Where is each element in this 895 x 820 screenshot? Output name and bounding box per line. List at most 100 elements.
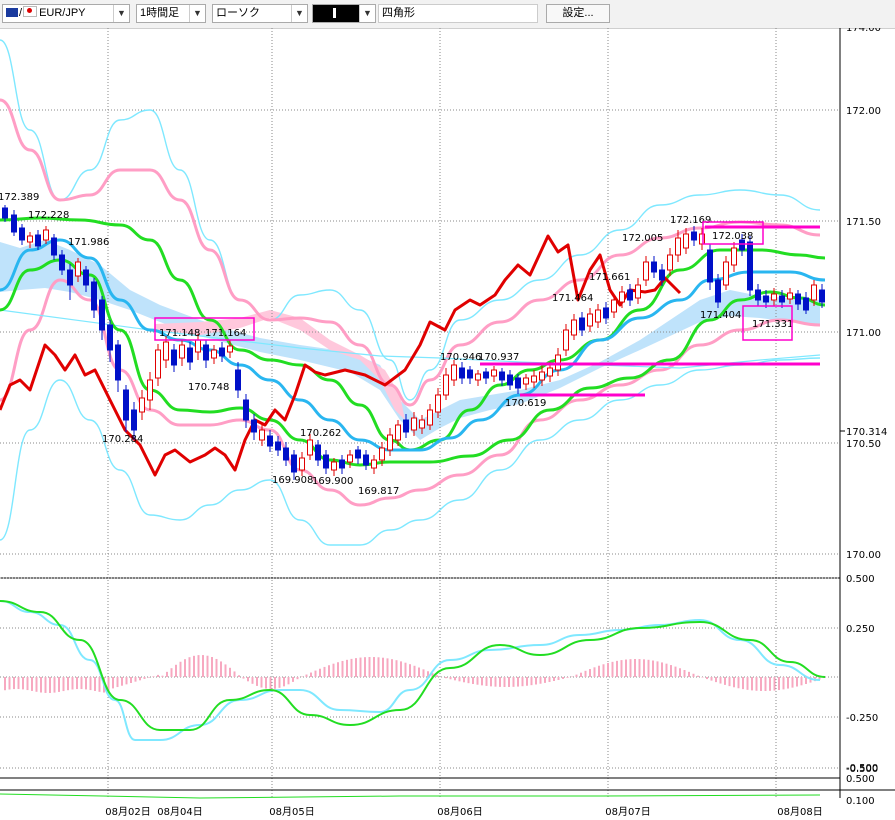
candle-body bbox=[563, 329, 569, 351]
candle-body bbox=[435, 394, 441, 413]
macd-histogram-bar bbox=[377, 657, 380, 677]
macd-histogram-bar bbox=[710, 677, 713, 681]
macd-histogram-bar bbox=[220, 661, 222, 677]
timeframe-select[interactable]: 1時間足 ▼ bbox=[136, 4, 206, 23]
macd-histogram-bar bbox=[598, 665, 600, 677]
macd-histogram-bar bbox=[58, 677, 60, 692]
macd-histogram-bar bbox=[211, 657, 213, 677]
candle-body bbox=[467, 369, 473, 379]
y-tick-label: 170.50 bbox=[846, 439, 881, 450]
macd-histogram-bar bbox=[706, 677, 708, 680]
y-tick-label: 170.00 bbox=[846, 550, 881, 561]
macd-histogram-bar bbox=[697, 675, 699, 677]
macd-histogram-bar bbox=[130, 677, 132, 683]
candle-body bbox=[259, 429, 265, 441]
chart-type-select[interactable]: ローソク ▼ bbox=[212, 4, 308, 23]
macd-histogram-bar bbox=[679, 668, 681, 677]
sub-indicator-line bbox=[0, 793, 821, 799]
macd-histogram-bar bbox=[593, 667, 596, 677]
macd-histogram-bar bbox=[476, 677, 479, 685]
candle-body bbox=[451, 364, 457, 381]
settings-button[interactable]: 設定... bbox=[546, 4, 610, 23]
macd-histogram-bar bbox=[724, 677, 726, 685]
macd-histogram-bar bbox=[647, 659, 650, 677]
price-annotation: 170.284 bbox=[102, 434, 143, 445]
macd-histogram-bar bbox=[71, 677, 74, 690]
candle-body bbox=[107, 324, 113, 351]
symbol-label: EUR/JPY bbox=[39, 7, 86, 19]
candle-body bbox=[115, 344, 121, 381]
price-annotation: 170.262 bbox=[300, 428, 341, 439]
draw-tool-field[interactable]: 四角形 bbox=[378, 4, 538, 23]
macd-histogram-bar bbox=[229, 667, 231, 677]
macd-histogram-bar bbox=[152, 676, 155, 677]
candle-body bbox=[579, 317, 585, 331]
candle-body bbox=[523, 377, 529, 385]
macd-histogram-bar bbox=[562, 677, 564, 679]
symbol-select[interactable]: / EUR/JPY ▼ bbox=[2, 4, 130, 23]
macd-histogram-bar bbox=[436, 675, 438, 677]
macd-histogram-bar bbox=[625, 659, 627, 677]
candle-body bbox=[571, 319, 577, 336]
chevron-down-icon[interactable]: ▼ bbox=[113, 5, 129, 22]
macd-histogram-bar bbox=[368, 657, 371, 677]
candle-body bbox=[347, 454, 353, 463]
macd-histogram-bar bbox=[296, 677, 299, 680]
candle-body bbox=[243, 399, 249, 421]
candle-body bbox=[2, 207, 8, 219]
macd-histogram-bar bbox=[94, 677, 96, 691]
macd-histogram-bar bbox=[449, 677, 452, 680]
candle-body bbox=[275, 441, 281, 451]
price-annotation: 170.748 bbox=[188, 382, 229, 393]
macd-histogram-bar bbox=[67, 677, 69, 691]
candle-body bbox=[291, 454, 297, 473]
price-annotation: 172.038 bbox=[712, 231, 753, 242]
macd-histogram-bar bbox=[773, 677, 776, 691]
macd-histogram-bar bbox=[728, 677, 731, 687]
macd-histogram-bar bbox=[499, 677, 501, 687]
price-annotation: 172.005 bbox=[622, 233, 663, 244]
macd-histogram-bar bbox=[355, 658, 357, 677]
candle-body bbox=[11, 214, 17, 233]
candle-body bbox=[299, 457, 305, 471]
macd-histogram-bar bbox=[746, 677, 749, 690]
macd-histogram-bar bbox=[215, 658, 218, 677]
osc-tick-label: 0.250 bbox=[846, 624, 875, 635]
y-tick-label: 174.00 bbox=[846, 28, 881, 34]
y-tick-label: 171.00 bbox=[846, 328, 881, 339]
macd-histogram-bar bbox=[400, 661, 402, 677]
macd-histogram-bar bbox=[620, 660, 623, 677]
macd-histogram-bar bbox=[373, 657, 375, 677]
price-annotation: 172.228 bbox=[28, 210, 69, 221]
candle-body bbox=[787, 292, 793, 300]
candle-body bbox=[195, 339, 201, 353]
macd-histogram-bar bbox=[202, 655, 204, 677]
candle-body bbox=[371, 459, 377, 469]
macd-histogram-bar bbox=[134, 677, 137, 682]
macd-histogram-bar bbox=[53, 677, 56, 693]
candle-body bbox=[339, 459, 345, 469]
macd-histogram-bar bbox=[512, 677, 515, 687]
candle-body bbox=[643, 261, 649, 281]
chart-area[interactable]: 170.00170.50171.00171.50172.00172.50173.… bbox=[0, 28, 895, 820]
macd-histogram-bar bbox=[382, 657, 384, 677]
macd-histogram-bar bbox=[760, 677, 762, 691]
osc-tick-label: 0.500 bbox=[846, 574, 875, 585]
chevron-down-icon[interactable]: ▼ bbox=[359, 5, 375, 22]
macd-histogram-bar bbox=[688, 671, 690, 677]
macd-histogram-bar bbox=[17, 677, 20, 690]
macd-histogram-bar bbox=[535, 677, 537, 685]
candle-body bbox=[363, 454, 369, 466]
chevron-down-icon[interactable]: ▼ bbox=[291, 5, 307, 22]
candle-body bbox=[819, 289, 825, 303]
candle-body bbox=[515, 377, 521, 389]
macd-histogram-bar bbox=[584, 670, 587, 677]
draw-color-select[interactable]: ▼ bbox=[312, 4, 376, 23]
macd-histogram-bar bbox=[283, 677, 285, 687]
osc-tick-label: -0.500 bbox=[846, 763, 878, 774]
macd-histogram-bar bbox=[121, 677, 123, 686]
price-annotation: 169.900 bbox=[312, 476, 353, 487]
chevron-down-icon[interactable]: ▼ bbox=[189, 5, 205, 22]
candle-body bbox=[267, 435, 273, 447]
candle-body bbox=[83, 269, 89, 286]
